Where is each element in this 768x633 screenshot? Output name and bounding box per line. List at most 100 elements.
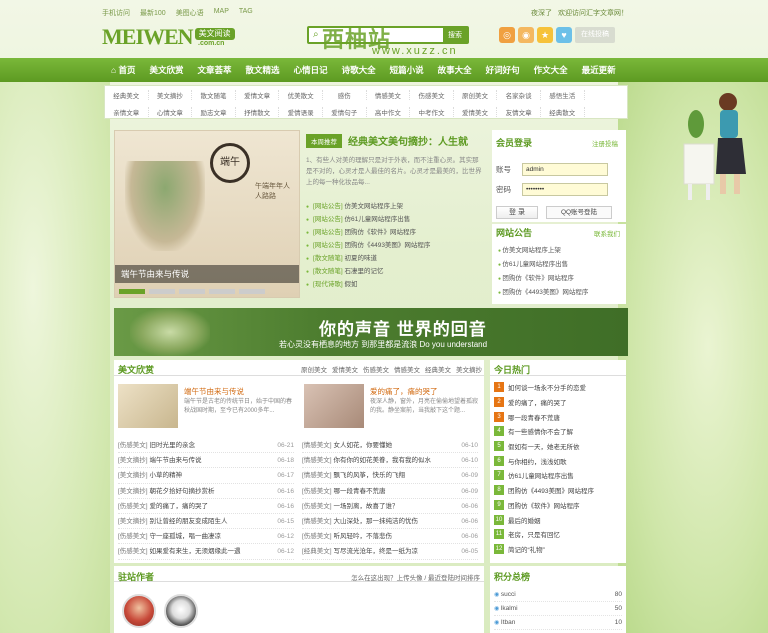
subnav-link[interactable]: 爱情美文 [454,106,498,117]
subnav-link[interactable]: 经典美文 [105,89,149,100]
subnav-link[interactable]: 原创美文 [454,89,498,100]
section-tab[interactable]: 伤感美文 [363,364,389,374]
table-row[interactable]: [情感美文] 大山深处，那一抹纯洁的忧伤 06-06 [302,514,478,530]
subnav-link[interactable]: 经典散文 [541,106,585,117]
table-row[interactable]: [伤感美文] 哪一段青春不荒唐 06-09 [302,484,478,499]
section-tab[interactable]: 美文摘抄 [456,364,482,374]
table-row[interactable]: [伤感美文] 爱的痛了，痛的哭了 06-16 [118,499,294,514]
table-row[interactable]: [情感美文] 女人如花，你要懂她 06-10 [302,438,478,454]
subnav-link[interactable]: 美文摘抄 [149,89,193,100]
nav-item[interactable]: 好词好句 [479,64,527,76]
subnav-link[interactable]: 亲情文章 [105,106,149,117]
promo-banner[interactable]: 你的声音 世界的回音 若心灵没有栖息的地方 到那里都是流浪 Do you und… [114,308,628,356]
list-item[interactable]: 团购仿《软件》网站程序 [498,272,622,286]
table-row[interactable]: [美文摘抄] 小草的精神 06-17 [118,468,294,484]
site-logo[interactable]: MEIWEN 美文阅读 .com.cn [102,24,235,50]
list-item[interactable]: succi 80 [494,588,622,602]
password-field[interactable] [522,182,608,196]
table-row[interactable]: [美文摘抄] 别让曾经的朋友变成陌生人 06-15 [118,514,294,530]
list-item[interactable]: 9 团购仿《软件》网站程序 [494,498,624,513]
list-item[interactable]: 仿美文网站程序上架 [498,244,622,258]
article-card[interactable]: 端午节由来与传说 端午节是古老的传统节日，始于中国的春秋战国时期，至今已有200… [114,384,296,432]
subnav-link[interactable]: 感伤 [323,89,367,100]
username-field[interactable] [522,162,608,176]
nav-item[interactable]: 最近更新 [575,64,623,76]
table-row[interactable]: [伤感美文] 一场别离，故喜了谁？ 06-06 [302,499,478,514]
table-row[interactable]: [情感美文] 飘飞的风筝，快乐的飞翔 06-09 [302,468,478,484]
slide-dot[interactable] [239,289,265,294]
slide-dot[interactable] [149,289,175,294]
table-row[interactable]: [伤感美文] 听风轻吟，不落悲伤 06-06 [302,529,478,545]
subnav-link[interactable]: 散文随笔 [192,89,236,100]
featured-slideshow[interactable]: 端午 午端年年人人路路 端午节由来与传说 [114,130,300,298]
list-item[interactable]: [散文随笔] 初夏的味道 [306,252,486,265]
star-icon[interactable]: ★ [537,27,553,43]
table-row[interactable]: [伤感美文] 旧时光里的亲念 06-21 [118,438,294,454]
top-link-map[interactable]: MAP [214,8,229,18]
register-link[interactable]: 注册投稿 [592,138,618,148]
table-row[interactable]: [经典美文] 写尽流光沧年，终是一纸为凉 06-05 [302,544,478,560]
subnav-link[interactable]: 感悟生活 [541,89,585,100]
subnav-link[interactable]: 心情文章 [149,106,193,117]
table-row[interactable]: [美文摘抄] 朝花夕拾好句摘抄赏析 06-16 [118,484,294,499]
table-row[interactable]: [美文摘抄] 端午节由来与传说 06-18 [118,453,294,469]
subnav-link[interactable]: 抒情散文 [236,106,280,117]
avatar[interactable] [122,594,156,628]
list-item[interactable]: 3 哪一段青春不荒唐 [494,409,624,424]
list-item[interactable]: 2 爱的痛了，痛的哭了 [494,395,624,410]
nav-item[interactable]: 散文精选 [239,64,287,76]
list-item[interactable]: 1 如何谈一场永不分手的恋爱 [494,380,624,395]
nav-item[interactable]: 诗歌大全 [335,64,383,76]
authors-note[interactable]: 怎么在这出现？上传头像 / 最近登陆时间排序 [351,572,480,582]
subnav-link[interactable]: 爱情语录 [279,106,323,117]
list-item[interactable]: [现代诗歌] 假如 [306,278,486,291]
top-link-images[interactable]: 美图心语 [176,8,204,18]
contact-link[interactable]: 联系我们 [594,228,620,238]
list-item[interactable]: 10 最后的婚姻 [494,512,624,527]
list-item[interactable]: lkalmi 50 [494,602,622,616]
subnav-link[interactable]: 名家杂谈 [497,89,541,100]
slideshow-caption[interactable]: 端午节由来与传说 [115,265,299,283]
section-tab[interactable]: 原创美文 [301,364,327,374]
table-row[interactable]: [伤感美文] 如果爱有来生，无须烟缘此一遇 06-12 [118,544,294,560]
nav-item[interactable]: 心情日记 [287,64,335,76]
section-tab[interactable]: 经典美文 [425,364,451,374]
list-item[interactable]: 团购仿《4493美图》网站程序 [498,286,622,300]
top-link-mobile[interactable]: 手机访问 [102,8,130,18]
subnav-link[interactable]: 励志文章 [192,106,236,117]
list-item[interactable]: [散文随笔] 石凄里的记忆 [306,265,486,278]
subnav-link[interactable]: 情感美文 [367,89,411,100]
list-item[interactable]: Itban 10 [494,616,622,630]
nav-item[interactable]: 故事大全 [431,64,479,76]
section-tab[interactable]: 爱情美文 [332,364,358,374]
nav-home[interactable]: 首页 [104,64,143,76]
list-item[interactable]: [网站公告] 仿61儿童网站程序出售 [306,213,486,226]
subnav-link[interactable]: 中考作文 [410,106,454,117]
subnav-link[interactable]: 优美散文 [279,89,323,100]
article-card[interactable]: 爱的痛了，痛的哭了 夜深人静，窗外，月亮在偷偷地望着孤寂的我。静坐案前，当我敲下… [300,384,482,432]
list-item[interactable]: 4 有一些感情你不会了解 [494,424,624,439]
subnav-link[interactable]: 高中作文 [367,106,411,117]
subnav-link[interactable]: 爱情句子 [323,106,367,117]
list-item[interactable]: 仿61儿童网站程序出售 [498,258,622,272]
top-link-latest[interactable]: 最新100 [140,8,166,18]
list-item[interactable]: [网站公告] 团购仿《4493美图》网站程序 [306,239,486,252]
weibo-icon[interactable]: ◎ [499,27,515,43]
top-link-tag[interactable]: TAG [239,8,253,18]
section-tab[interactable]: 情感美文 [394,364,420,374]
slide-dot[interactable] [119,289,145,294]
slide-dot[interactable] [209,289,235,294]
nav-item[interactable]: 文章荟萃 [191,64,239,76]
table-row[interactable]: [伤感美文] 守一座孤城，唱一曲凄凉 06-12 [118,529,294,545]
submit-article-button[interactable]: 在线投稿 [575,27,615,43]
avatar[interactable] [164,594,198,628]
headline-title[interactable]: 经典美文美句摘抄：人生就 [348,133,468,148]
slide-dot[interactable] [179,289,205,294]
search-button[interactable]: 搜索 [443,28,467,42]
qq-icon[interactable]: ◉ [518,27,534,43]
subnav-link[interactable]: 伤感美文 [410,89,454,100]
qq-login-button[interactable]: QQ账号登陆 [546,206,612,219]
list-item[interactable]: [网站公告] 仿美文网站程序上架 [306,200,486,213]
list-item[interactable]: 7 仿61儿童网站程序出售 [494,468,624,483]
list-item[interactable]: 8 团购仿《4493美图》网站程序 [494,483,624,498]
